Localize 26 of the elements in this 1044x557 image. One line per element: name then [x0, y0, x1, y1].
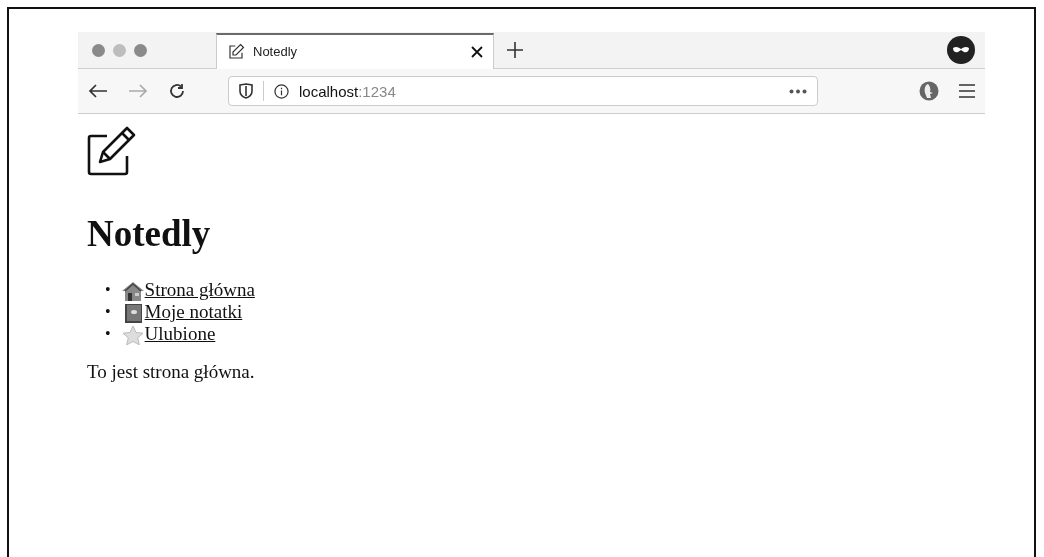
- bullet: •: [105, 280, 111, 300]
- nav-link[interactable]: Strona główna: [120, 279, 255, 301]
- pencil-icon: [227, 42, 245, 61]
- url-text: localhost:1234: [299, 82, 396, 100]
- house-icon: [120, 281, 145, 301]
- more-icon[interactable]: [789, 88, 807, 94]
- close-icon[interactable]: [471, 45, 483, 58]
- nav-link[interactable]: Moje notatki: [120, 301, 243, 323]
- pencil-icon: [87, 126, 137, 176]
- close-window-button[interactable]: [92, 43, 105, 57]
- body-text: To jest strona główna.: [87, 361, 256, 383]
- nav-link[interactable]: Ulubione: [120, 323, 216, 345]
- reload-icon[interactable]: [168, 82, 186, 100]
- menu-icon[interactable]: [959, 84, 975, 98]
- new-tab-icon[interactable]: [506, 41, 524, 59]
- info-icon[interactable]: [274, 83, 289, 99]
- browser-tab[interactable]: Notedly: [216, 32, 494, 69]
- bullet: •: [105, 302, 111, 322]
- zoom-window-button[interactable]: [134, 43, 147, 57]
- shield-icon[interactable]: [239, 83, 253, 99]
- address-field[interactable]: localhost:1234: [228, 76, 818, 106]
- mask-icon[interactable]: [947, 36, 975, 64]
- back-icon[interactable]: [88, 83, 108, 99]
- star-icon: [120, 325, 145, 345]
- bullet: •: [105, 324, 111, 344]
- page-heading: Notedly: [87, 212, 212, 255]
